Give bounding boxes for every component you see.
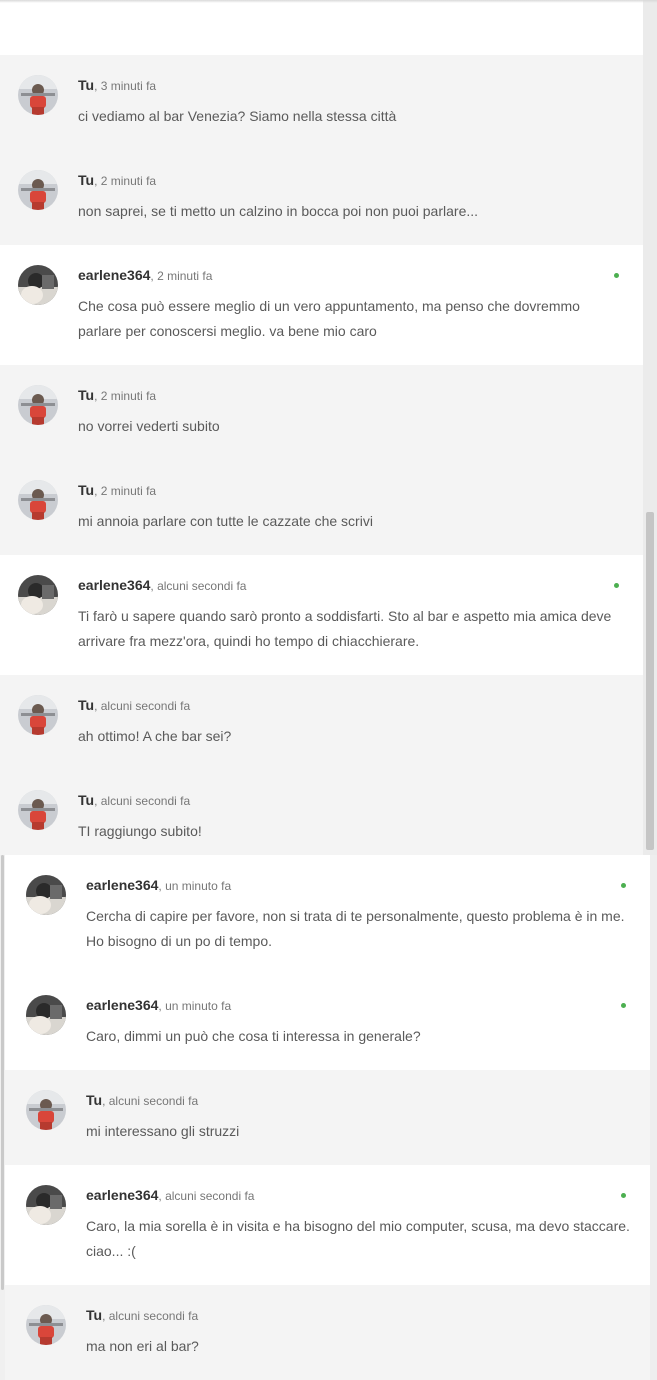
chat-history-panel-top[interactable]: Vorrei parlare senza l'ombra della vergo… xyxy=(0,0,643,855)
message-text: mi interessano gli struzzi xyxy=(86,1123,240,1139)
message-timestamp: , un minuto fa xyxy=(158,999,232,1013)
avatar-earlene364[interactable] xyxy=(18,575,58,615)
message-timestamp: , 2 minuti fa xyxy=(94,389,157,403)
message-header: earlene364, un minuto fa xyxy=(86,996,231,1015)
chat-message: Tu, alcuni secondi fa mi interessano gli … xyxy=(5,1070,650,1165)
chat-message: Tu, alcuni secondi fa ah ottimo! A che ba… xyxy=(0,675,643,770)
message-text: ci vediamo al bar Venezia? Siamo nella s… xyxy=(78,108,397,124)
avatar-tu[interactable] xyxy=(18,480,58,520)
message-header: Tu, 2 minuti fa xyxy=(78,171,156,190)
chat-message: Tu, alcuni secondi fa TI raggiungo subito… xyxy=(0,770,643,855)
scrollbar-thumb-top[interactable] xyxy=(646,512,654,850)
message-header: Tu, alcuni secondi fa xyxy=(86,1091,198,1110)
avatar-tu[interactable] xyxy=(26,1305,66,1345)
message-header: earlene364, alcuni secondi fa xyxy=(86,1186,254,1205)
avatar-tu[interactable] xyxy=(26,1090,66,1130)
chat-message: earlene364, un minuto fa Cercha di capire… xyxy=(5,855,650,975)
message-author[interactable]: Tu xyxy=(78,697,94,713)
message-timestamp: , 3 minuti fa xyxy=(94,79,157,93)
message-author[interactable]: earlene364 xyxy=(78,267,150,283)
avatar-tu[interactable] xyxy=(18,75,58,115)
message-author[interactable]: earlene364 xyxy=(86,1187,158,1203)
chat-message: Tu, alcuni secondi fa ma non eri al bar? xyxy=(5,1285,650,1380)
avatar-earlene364[interactable] xyxy=(26,1185,66,1225)
online-status-dot xyxy=(614,273,619,278)
message-timestamp: , alcuni secondi fa xyxy=(102,1094,199,1108)
message-text: TI raggiungo subito! xyxy=(78,823,202,839)
chat-message: earlene364, alcuni secondi fa Ti farò u s… xyxy=(0,555,643,675)
chat-message: Tu, 3 minuti fa ci vediamo al bar Venezia… xyxy=(0,55,643,150)
chat-message: earlene364, 2 minuti fa Che cosa può esse… xyxy=(0,245,643,365)
message-header: Tu, alcuni secondi fa xyxy=(78,791,190,810)
message-text: Che cosa può essere meglio di un vero ap… xyxy=(78,298,580,339)
top-shadow xyxy=(0,0,657,3)
chat-message: Vorrei parlare senza l'ombra della vergo… xyxy=(0,0,643,55)
online-status-dot xyxy=(621,1193,626,1198)
message-author[interactable]: Tu xyxy=(78,387,94,403)
message-header: Tu, 2 minuti fa xyxy=(78,481,156,500)
scrollbar-thumb-left[interactable] xyxy=(1,855,4,1290)
message-timestamp: , 2 minuti fa xyxy=(94,484,157,498)
chat-history-panel-bottom[interactable]: earlene364, un minuto fa Cercha di capire… xyxy=(5,855,650,1380)
message-text: ah ottimo! A che bar sei? xyxy=(78,728,232,744)
avatar-tu[interactable] xyxy=(18,790,58,830)
message-author[interactable]: Tu xyxy=(86,1307,102,1323)
message-timestamp: , alcuni secondi fa xyxy=(150,579,247,593)
message-header: Tu, 3 minuti fa xyxy=(78,76,156,95)
message-author[interactable]: earlene364 xyxy=(78,577,150,593)
message-header: Tu, 2 minuti fa xyxy=(78,386,156,405)
message-text: Caro, la mia sorella è in visita e ha bi… xyxy=(86,1218,630,1259)
chat-message: earlene364, un minuto fa Caro, dimmi un p… xyxy=(5,975,650,1070)
message-text: mi annoia parlare con tutte le cazzate c… xyxy=(78,513,373,529)
chat-message: Tu, 2 minuti fa no vorrei vederti subito xyxy=(0,365,643,460)
message-header: earlene364, 2 minuti fa xyxy=(78,266,212,285)
message-timestamp: , alcuni secondi fa xyxy=(94,699,191,713)
message-text: Cercha di capire per favore, non si trat… xyxy=(86,908,625,949)
message-author[interactable]: Tu xyxy=(78,172,94,188)
avatar-tu[interactable] xyxy=(18,170,58,210)
message-header: Tu, alcuni secondi fa xyxy=(78,696,190,715)
avatar-tu[interactable] xyxy=(18,385,58,425)
online-status-dot xyxy=(621,883,626,888)
avatar-tu[interactable] xyxy=(18,695,58,735)
message-timestamp: , 2 minuti fa xyxy=(94,174,157,188)
avatar-earlene364[interactable] xyxy=(26,875,66,915)
message-timestamp: , 2 minuti fa xyxy=(150,269,213,283)
message-timestamp: , un minuto fa xyxy=(158,879,232,893)
message-text: Ti farò u sapere quando sarò pronto a so… xyxy=(78,608,612,649)
chat-message: Tu, 2 minuti fa mi annoia parlare con tut… xyxy=(0,460,643,555)
message-author[interactable]: Tu xyxy=(86,1092,102,1108)
message-header: Tu, alcuni secondi fa xyxy=(86,1306,198,1325)
message-timestamp: , alcuni secondi fa xyxy=(94,794,191,808)
scrollbar-bottom[interactable] xyxy=(650,855,657,1380)
message-author[interactable]: earlene364 xyxy=(86,877,158,893)
message-timestamp: , alcuni secondi fa xyxy=(158,1189,255,1203)
message-author[interactable]: Tu xyxy=(78,792,94,808)
online-status-dot xyxy=(614,583,619,588)
message-header: earlene364, alcuni secondi fa xyxy=(78,576,246,595)
chat-message: earlene364, alcuni secondi fa Caro, la mi… xyxy=(5,1165,650,1285)
message-text: Caro, dimmi un può che cosa ti interessa… xyxy=(86,1028,421,1044)
message-text: no vorrei vederti subito xyxy=(78,418,220,434)
message-author[interactable]: Tu xyxy=(78,482,94,498)
message-author[interactable]: earlene364 xyxy=(86,997,158,1013)
message-header: earlene364, un minuto fa xyxy=(86,876,231,895)
online-status-dot xyxy=(621,1003,626,1008)
message-text: ma non eri al bar? xyxy=(86,1338,199,1354)
scrollbar-top[interactable] xyxy=(643,0,657,855)
message-text: non saprei, se ti metto un calzino in bo… xyxy=(78,203,479,219)
avatar-earlene364[interactable] xyxy=(26,995,66,1035)
avatar-earlene364[interactable] xyxy=(18,265,58,305)
message-timestamp: , alcuni secondi fa xyxy=(102,1309,199,1323)
message-author[interactable]: Tu xyxy=(78,77,94,93)
chat-message: Tu, 2 minuti fa non saprei, se ti metto u… xyxy=(0,150,643,245)
